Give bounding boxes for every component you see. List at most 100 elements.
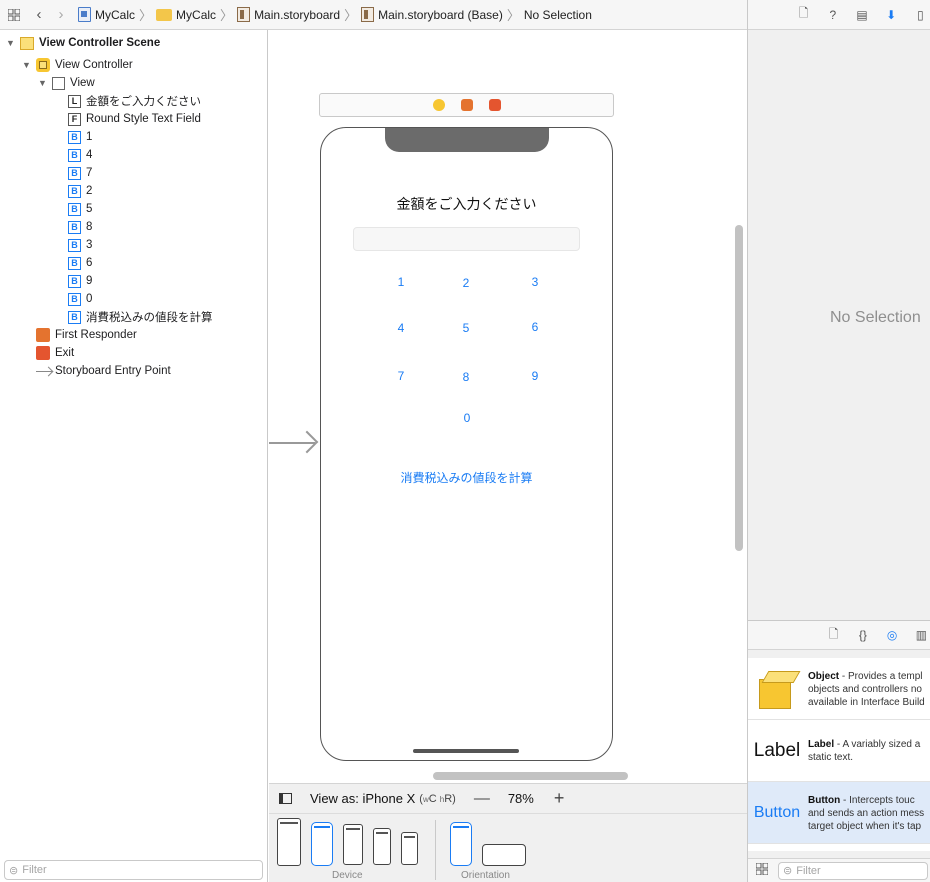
outline-child-item[interactable]: B7	[68, 164, 92, 182]
disclosure-triangle-icon[interactable]: ▼	[38, 78, 48, 88]
outline-child-item[interactable]: B2	[68, 182, 92, 200]
related-items-grid-icon[interactable]	[0, 0, 28, 30]
help-inspector-icon[interactable]: ?	[823, 5, 842, 25]
project-icon	[78, 7, 91, 22]
outline-child-item[interactable]: B1	[68, 128, 92, 146]
library-tabs: 🗋 {} ◎ ▥	[748, 620, 930, 650]
outline-child-item[interactable]: B4	[68, 146, 92, 164]
inspector-pane: 🗋 ? ▤ ⬇ ▯ No Selection 🗋 {} ◎ ▥ Object -…	[747, 0, 930, 882]
crumb-project[interactable]: MyCalc	[95, 8, 135, 22]
grid-view-icon[interactable]	[755, 862, 769, 878]
crumb-storyboard[interactable]: Main.storyboard	[254, 8, 340, 22]
back-arrow-icon[interactable]: ‹	[28, 0, 50, 30]
label-thumbnail: Label	[753, 739, 801, 761]
zoom-out-icon[interactable]: —	[474, 790, 490, 808]
filter-icon: ⊜	[9, 864, 19, 877]
outline-child-item[interactable]: B0	[68, 290, 92, 308]
storyboard-canvas[interactable]: 金額をご入力ください 1 2 3 4 5 6 7 8 9 0 消費税込みの値段を…	[269, 30, 747, 770]
library-filter-input[interactable]: ⊜ Filter	[778, 861, 928, 880]
first-responder-icon	[36, 328, 50, 342]
first-responder-icon[interactable]	[460, 99, 473, 111]
orientation-landscape-icon[interactable]	[482, 844, 526, 866]
library-item-object[interactable]: Object - Provides a templ objects and con…	[748, 658, 930, 720]
file-template-icon[interactable]: 🗋	[824, 625, 843, 645]
entry-point-arrow-icon[interactable]	[269, 442, 315, 444]
canvas-horizontal-scrollbar[interactable]	[433, 772, 628, 780]
forward-arrow-icon[interactable]: ›	[50, 0, 72, 30]
key-8-button[interactable]: 8	[451, 370, 481, 384]
outline-child-label: 3	[86, 239, 93, 251]
crumb-group[interactable]: MyCalc	[176, 8, 216, 22]
object-library-icon[interactable]: ◎	[883, 625, 902, 645]
view-controller-icon[interactable]	[432, 99, 445, 111]
identity-inspector-icon[interactable]: ▤	[852, 5, 871, 25]
key-2-button[interactable]: 2	[451, 276, 481, 290]
key-0-button[interactable]: 0	[452, 411, 482, 425]
media-library-icon[interactable]: ▥	[912, 625, 930, 645]
outline-filter-input[interactable]: ⊜ Filter	[4, 860, 263, 880]
crumb-selection[interactable]: No Selection	[524, 8, 592, 22]
device-iphone-8-icon[interactable]	[373, 828, 391, 865]
amount-text-field[interactable]	[353, 227, 580, 251]
view-as-label[interactable]: View as: iPhone X	[310, 791, 415, 806]
key-5-button[interactable]: 5	[451, 321, 481, 335]
code-snippet-icon[interactable]: {}	[853, 625, 872, 645]
scene-dock[interactable]	[319, 93, 614, 117]
object-library-list: Object - Provides a templ objects and con…	[748, 658, 930, 851]
amount-label[interactable]: 金額をご入力ください	[321, 194, 612, 214]
outline-entry-point[interactable]: Storyboard Entry Point	[36, 362, 171, 380]
key-1-button[interactable]: 1	[386, 275, 416, 289]
outline-first-responder[interactable]: First Responder	[36, 326, 137, 344]
zoom-in-icon[interactable]: +	[554, 788, 565, 809]
key-7-button[interactable]: 7	[386, 369, 416, 383]
canvas-vertical-scrollbar[interactable]	[735, 225, 743, 551]
exit-icon[interactable]	[488, 99, 501, 111]
outline-exit[interactable]: Exit	[36, 344, 74, 362]
storyboard-icon	[237, 7, 251, 22]
outline-view-controller[interactable]: ▼ View Controller	[22, 56, 133, 74]
home-indicator	[413, 749, 519, 753]
outline-scene[interactable]: ▼ View Controller Scene	[6, 34, 160, 52]
button-type-icon: B	[68, 256, 81, 270]
device-iphone-plus-icon[interactable]	[343, 824, 363, 865]
key-6-button[interactable]: 6	[520, 320, 550, 334]
outline-child-item[interactable]: B5	[68, 200, 92, 218]
entry-point-arrow-icon	[36, 370, 52, 372]
outline-child-item[interactable]: B8	[68, 218, 92, 236]
crumb-separator-icon: 〉	[139, 8, 153, 23]
outline-child-item[interactable]: B 消費税込みの値段を計算	[68, 308, 213, 326]
disclosure-triangle-icon[interactable]: ▼	[6, 38, 16, 48]
device-divider	[435, 820, 436, 880]
outline-child-label: 6	[86, 257, 93, 269]
outline-child-item[interactable]: B9	[68, 272, 92, 290]
view-controller-icon	[36, 58, 50, 72]
outline-child-item[interactable]: L 金額をご入力ください	[68, 92, 201, 110]
outline-child-item[interactable]: B6	[68, 254, 92, 272]
iphone-x-frame[interactable]: 金額をご入力ください 1 2 3 4 5 6 7 8 9 0 消費税込みの値段を…	[320, 127, 613, 761]
disclosure-triangle-icon[interactable]: ▼	[22, 60, 32, 70]
library-item-desc: Button - Intercepts touc and sends an act…	[808, 795, 925, 832]
outline-child-label: 4	[86, 149, 93, 161]
key-4-button[interactable]: 4	[386, 321, 416, 335]
outline-child-label: 2	[86, 185, 93, 197]
crumb-storyboard-base[interactable]: Main.storyboard (Base)	[378, 8, 503, 22]
device-picker: Device Orientation	[269, 813, 747, 882]
library-item-button[interactable]: Button Button - Intercepts touc and sends…	[748, 782, 930, 844]
outline-view[interactable]: ▼ View	[38, 74, 95, 92]
button-type-icon: B	[68, 310, 81, 324]
key-9-button[interactable]: 9	[520, 369, 550, 383]
outline-child-item[interactable]: F Round Style Text Field	[68, 110, 201, 128]
outline-child-item[interactable]: B3	[68, 236, 92, 254]
calculate-tax-button[interactable]: 消費税込みの値段を計算	[321, 469, 612, 486]
orientation-portrait-icon[interactable]	[450, 822, 472, 866]
library-filter-bar: ⊜ Filter	[748, 858, 930, 882]
file-inspector-icon[interactable]: 🗋	[794, 5, 813, 25]
library-item-label[interactable]: Label Label - A variably sized a static t…	[748, 720, 930, 782]
toggle-outline-icon[interactable]	[279, 793, 292, 804]
key-3-button[interactable]: 3	[520, 275, 550, 289]
size-inspector-icon[interactable]: ▯	[911, 5, 930, 25]
attributes-inspector-icon[interactable]: ⬇	[882, 5, 901, 25]
device-ipad-pro-icon[interactable]	[277, 818, 301, 866]
device-iphone-se-icon[interactable]	[401, 832, 418, 865]
device-iphone-x-icon[interactable]	[311, 822, 333, 866]
